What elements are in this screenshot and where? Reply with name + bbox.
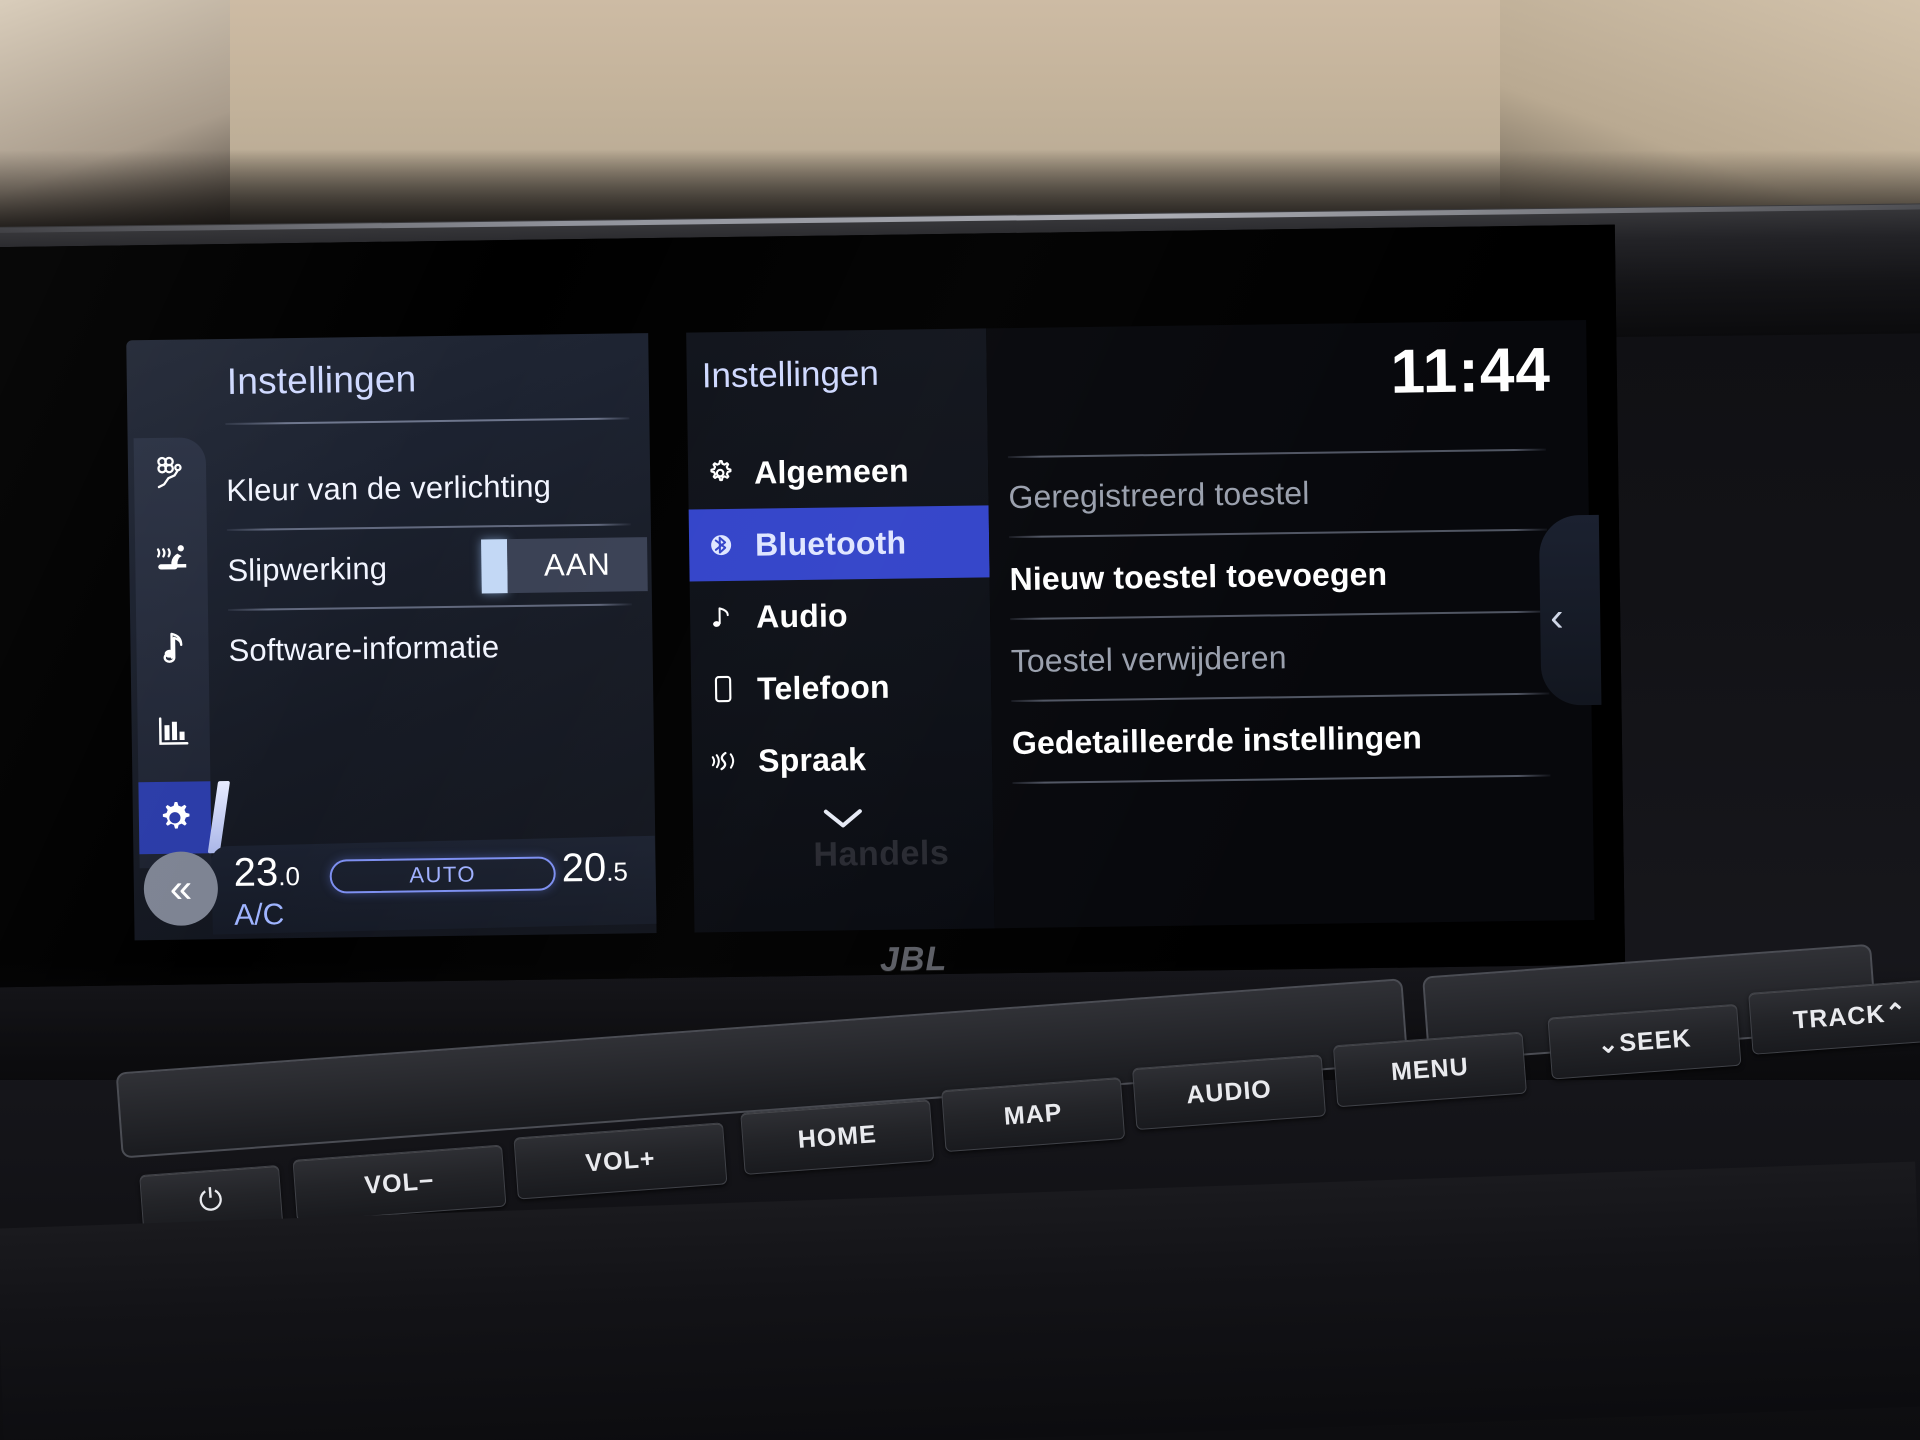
category-label: Audio [755, 596, 849, 635]
passenger-temp-whole: 20 [561, 845, 607, 891]
settings-row-software-information[interactable]: Software-informatie [228, 605, 633, 691]
audio-label: AUDIO [1185, 1074, 1273, 1109]
settings-category-menu: Algemeen Bluetooth Audio Telefoon Spraak [688, 433, 993, 797]
home-button[interactable]: HOME [740, 1099, 935, 1175]
volume-down-button[interactable]: VOL− [292, 1144, 507, 1222]
option-label: Geregistreerd toestel [1008, 474, 1310, 515]
left-icon-rail [133, 437, 231, 869]
map-label: MAP [1002, 1098, 1064, 1131]
rail-item-equalizer[interactable] [137, 695, 210, 768]
toggle-value-label: AAN [543, 546, 612, 583]
row-divider [1007, 448, 1546, 459]
bluetooth-detail-panel: 11:44 Geregistreerd toestel Nieuw toeste… [986, 319, 1595, 929]
category-item-telefoon[interactable]: Telefoon [691, 649, 992, 725]
infotainment-screen: Instellingen Kleur van de verlichting Sl… [0, 224, 1626, 1003]
rail-active-indicator [207, 780, 231, 854]
phone-icon [705, 672, 741, 706]
row-divider [1012, 774, 1551, 785]
rail-item-audio[interactable] [136, 609, 209, 682]
music-note-icon [704, 601, 740, 633]
bluetooth-option-list: Geregistreerd toestel Nieuw toestel toev… [1007, 448, 1553, 785]
gear-icon [702, 456, 738, 490]
chevron-down-icon [821, 805, 865, 837]
gear-icon [154, 796, 197, 839]
driver-temp-whole: 23 [233, 850, 279, 895]
home-label: HOME [796, 1119, 878, 1154]
menu-label: MENU [1390, 1052, 1470, 1086]
adjacent-screen-edge [1538, 514, 1602, 706]
category-item-algemeen[interactable]: Algemeen [688, 433, 989, 509]
left-panel-title-rule [225, 417, 630, 426]
bluetooth-icon [703, 529, 739, 561]
rail-item-settings[interactable] [138, 780, 231, 855]
seat-heating-icon [150, 538, 193, 581]
bluetooth-option-registered-device[interactable]: Geregistreerd toestel [1007, 448, 1549, 539]
settings-row-lighting-color[interactable]: Kleur van de verlichting [226, 445, 631, 531]
bluetooth-option-detailed-settings[interactable]: Gedetailleerde instellingen [1011, 695, 1552, 785]
auto-climate-button[interactable]: AUTO [329, 856, 556, 894]
toggle-knob [481, 539, 508, 594]
left-panel-title: Instellingen [226, 358, 417, 402]
auto-label: AUTO [409, 861, 477, 888]
equalizer-icon [153, 711, 194, 752]
seek-label: ⌄SEEK [1596, 1024, 1693, 1060]
settings-row-label: Kleur van de verlichting [226, 468, 552, 508]
slip-operation-toggle[interactable]: AAN [481, 537, 648, 594]
menu-button[interactable]: MENU [1332, 1031, 1527, 1108]
category-label: Algemeen [753, 451, 909, 491]
settings-category-panel: Instellingen Algemeen Bluetooth Audio Te… [686, 328, 995, 933]
category-item-bluetooth[interactable]: Bluetooth [688, 505, 990, 582]
voice-icon [706, 745, 742, 777]
seek-button[interactable]: ⌄SEEK [1547, 1003, 1742, 1080]
settings-row-label: Software-informatie [228, 629, 500, 668]
passenger-temperature[interactable]: 20.5 [561, 845, 628, 891]
toggle-body: AAN [507, 537, 648, 594]
reflection-watermark: Handels [813, 833, 950, 874]
bluetooth-option-add-new-device[interactable]: Nieuw toestel toevoegen [1009, 531, 1550, 621]
category-item-audio[interactable]: Audio [690, 577, 991, 653]
music-note-icon [153, 627, 192, 666]
ac-status-label[interactable]: A/C [234, 898, 284, 933]
option-label: Nieuw toestel toevoegen [1009, 555, 1388, 597]
audio-button[interactable]: AUDIO [1132, 1054, 1327, 1131]
rail-item-climate[interactable] [134, 437, 207, 510]
clock: 11:44 [1390, 335, 1552, 407]
track-label: TRACK⌃ [1792, 998, 1909, 1035]
bluetooth-option-remove-device[interactable]: Toestel verwijderen [1010, 613, 1551, 703]
category-label: Spraak [757, 740, 867, 779]
left-settings-panel: Instellingen Kleur van de verlichting Sl… [126, 333, 657, 941]
option-label: Gedetailleerde instellingen [1011, 718, 1423, 761]
volume-up-label: VOL+ [584, 1143, 657, 1177]
volume-down-label: VOL− [363, 1166, 436, 1200]
category-item-spraak[interactable]: Spraak [692, 721, 993, 797]
climate-collapse-button[interactable]: « [143, 851, 219, 927]
category-label: Telefoon [756, 668, 890, 707]
driver-temp-decimal: .0 [278, 861, 301, 892]
driver-temperature[interactable]: 23.0 [233, 850, 300, 896]
double-chevron-left-icon: « [169, 866, 193, 911]
settings-row-slip-operation[interactable]: Slipwerking AAN [227, 525, 648, 611]
option-label: Toestel verwijderen [1010, 638, 1287, 679]
map-button[interactable]: MAP [941, 1077, 1126, 1153]
climate-fan-icon [149, 452, 192, 495]
left-settings-list: Kleur van de verlichting Slipwerking AAN [226, 445, 648, 691]
dashboard-photo: Instellingen Kleur van de verlichting Sl… [0, 0, 1920, 1440]
volume-up-button[interactable]: VOL+ [513, 1122, 728, 1200]
rail-item-seat-heating[interactable] [135, 523, 208, 596]
infotainment-ui: Instellingen Kleur van de verlichting Sl… [126, 278, 1595, 1003]
power-icon: ⏻ [197, 1183, 225, 1218]
settings-row-label: Slipwerking [227, 550, 388, 588]
category-label: Bluetooth [754, 524, 907, 563]
jbl-logo: JBL [879, 939, 948, 979]
passenger-temp-decimal: .5 [605, 856, 629, 887]
mid-panel-title: Instellingen [701, 353, 880, 396]
chevron-right-icon[interactable]: ‹ [1550, 595, 1564, 640]
